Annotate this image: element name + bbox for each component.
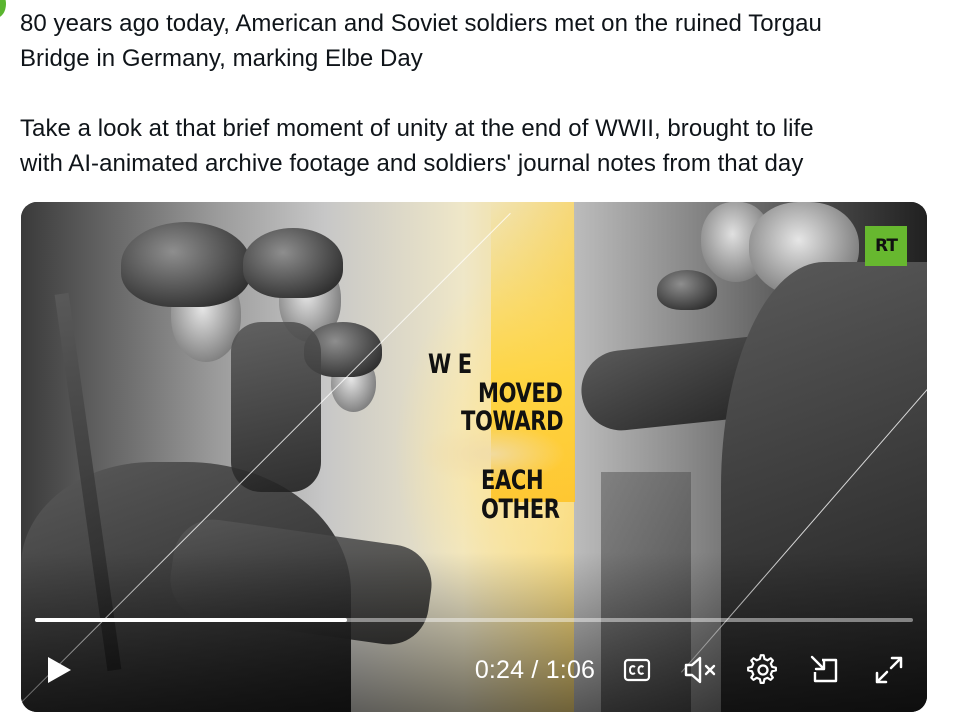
picture-in-picture-icon <box>810 655 838 683</box>
fullscreen-button[interactable] <box>867 645 911 695</box>
closed-captions-icon <box>623 658 651 682</box>
tweet-line: with AI-animated archive footage and sol… <box>20 150 804 177</box>
fullscreen-icon <box>875 656 903 684</box>
video-frame[interactable]: W E MOVED TOWARD EACH OTHER RT <box>21 202 927 712</box>
settings-button[interactable] <box>743 645 783 695</box>
tweet-text: 80 years ago today, American and Soviet … <box>20 6 940 181</box>
overlay-text-toward: TOWARD <box>461 406 564 437</box>
video-progress-bar[interactable] <box>35 618 913 622</box>
tweet-line: Take a look at that brief moment of unit… <box>20 115 814 142</box>
tweet-line: Bridge in Germany, marking Elbe Day <box>20 45 423 72</box>
soldier-helmet <box>657 270 717 310</box>
muted-volume-icon <box>684 656 716 684</box>
gear-icon <box>747 654 777 684</box>
overlay-text-other: OTHER <box>481 494 560 525</box>
play-icon <box>48 657 71 683</box>
rt-logo: RT <box>865 226 907 266</box>
video-player[interactable]: W E MOVED TOWARD EACH OTHER RT 0:24 / 1:… <box>21 202 927 712</box>
overlay-text-moved: MOVED <box>478 378 563 409</box>
soldier-helmet <box>243 228 343 298</box>
soldier-helmet <box>121 222 251 307</box>
overlay-text-we: W E <box>428 349 472 380</box>
play-button[interactable] <box>37 645 81 695</box>
video-controls: 0:24 / 1:06 <box>21 645 927 695</box>
time-display: 0:24 / 1:06 <box>474 655 596 684</box>
dock-button[interactable] <box>805 645 845 695</box>
overlay-text-each: EACH <box>481 465 544 496</box>
mute-button[interactable] <box>681 645 721 695</box>
video-progress-fill <box>35 618 347 622</box>
captions-button[interactable] <box>619 645 655 695</box>
tweet-line: 80 years ago today, American and Soviet … <box>20 10 822 37</box>
avatar[interactable] <box>0 0 6 18</box>
soldier-figure <box>231 322 321 492</box>
